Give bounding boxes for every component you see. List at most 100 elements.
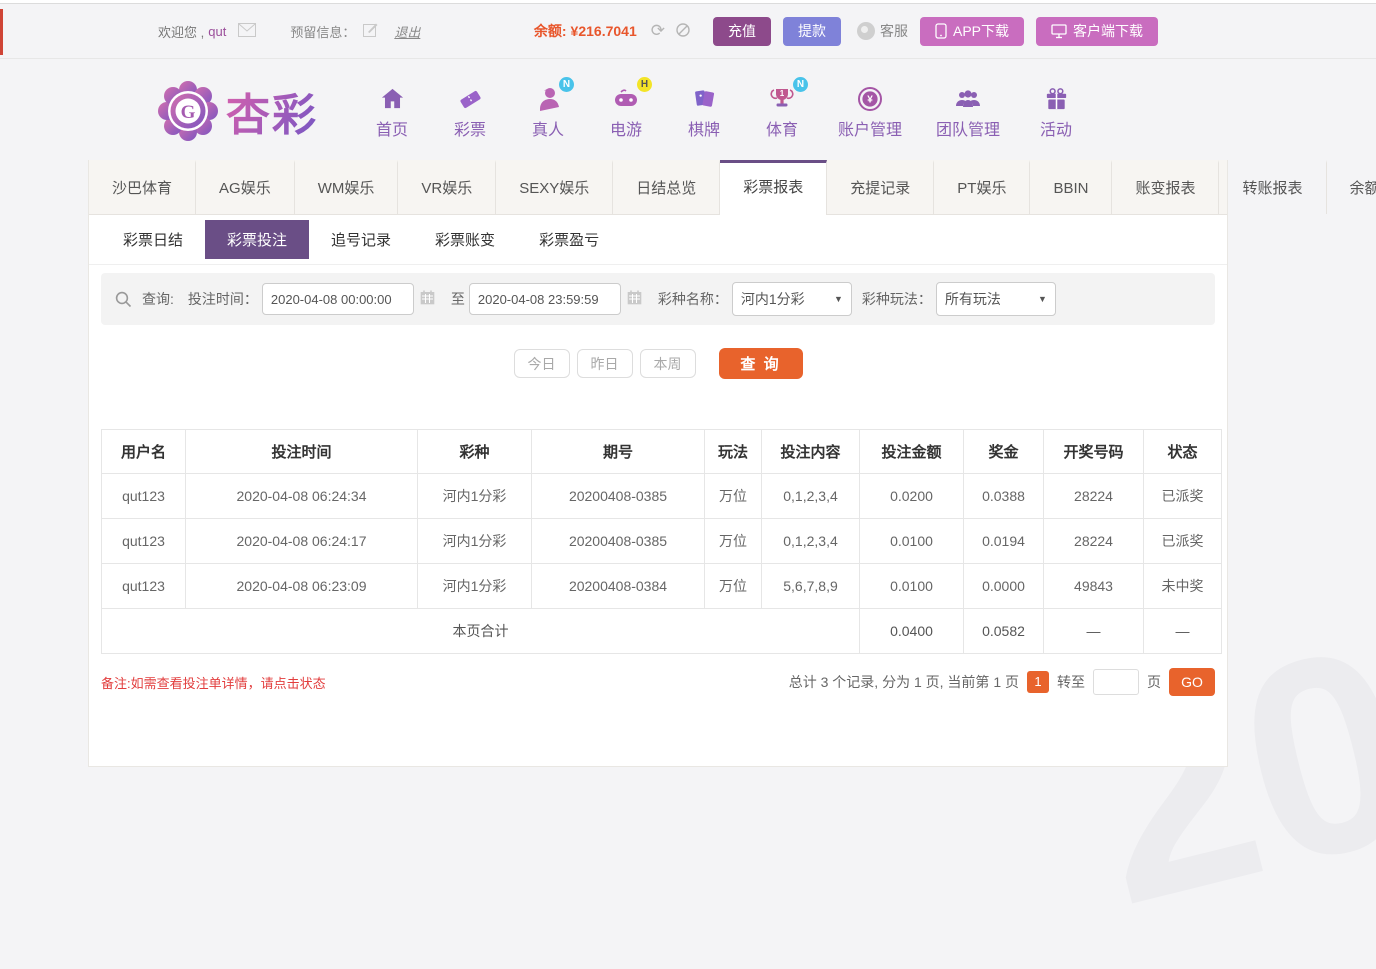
topbar: 欢迎您 , qut 预留信息： 退出 余额: ¥216.7041 ⟳ 充值 提款… xyxy=(0,4,1376,59)
cell-prize: 0.0194 xyxy=(964,519,1044,564)
nav-item-boardgames[interactable]: 棋牌 xyxy=(682,83,726,140)
cell-bet-amount: 0.0100 xyxy=(860,564,964,609)
this-week-button[interactable]: 本周 xyxy=(640,349,696,378)
cell-lottery: 河内1分彩 xyxy=(418,519,532,564)
mail-icon[interactable] xyxy=(238,23,256,40)
tab-lottery-report[interactable]: 彩票报表 xyxy=(720,160,827,215)
cell-prize: 0.0000 xyxy=(964,564,1044,609)
summary-prize: 0.0582 xyxy=(964,609,1044,654)
edit-icon[interactable] xyxy=(363,22,378,40)
tab-wm[interactable]: WM娱乐 xyxy=(295,160,399,214)
refresh-icon[interactable]: ⟳ xyxy=(651,21,665,41)
pagination-summary: 总计 3 个记录, 分为 1 页, 当前第 1 页 xyxy=(789,672,1019,692)
tab-shaba-sports[interactable]: 沙巴体育 xyxy=(89,160,196,214)
today-button[interactable]: 今日 xyxy=(514,349,570,378)
recharge-button[interactable]: 充值 xyxy=(713,17,771,46)
main-nav: 首页 彩票 N 真人 H 电游 棋牌 1 N xyxy=(370,83,1078,140)
gamepad-icon xyxy=(612,85,640,113)
monitor-icon xyxy=(1051,24,1067,39)
customer-service-link[interactable]: 客服 xyxy=(857,21,908,41)
logout-link[interactable]: 退出 xyxy=(394,22,420,41)
nav-item-sports[interactable]: 1 N 体育 xyxy=(760,83,804,140)
nav-badge-n: N xyxy=(793,77,808,92)
app-download-button[interactable]: APP下载 xyxy=(920,17,1024,46)
cell-bet-content: 5,6,7,8,9 xyxy=(762,564,860,609)
cell-status[interactable]: 未中奖 xyxy=(1144,564,1222,609)
nav-item-team[interactable]: 团队管理 xyxy=(936,83,1000,140)
cell-status[interactable]: 已派奖 xyxy=(1144,519,1222,564)
site-header: G 杏彩 首页 彩票 N 真人 H 电游 棋牌 xyxy=(0,59,1376,163)
tab-balance-query[interactable]: 余额查询 xyxy=(1327,160,1376,214)
search-label: 查询: xyxy=(142,289,174,309)
goto-page-input[interactable] xyxy=(1093,669,1139,695)
username: qut xyxy=(208,24,226,39)
nav-badge-h: H xyxy=(637,77,652,92)
table-row: qut123 2020-04-08 06:23:09 河内1分彩 2020040… xyxy=(102,564,1222,609)
cell-username: qut123 xyxy=(102,564,186,609)
subtab-lottery-bets[interactable]: 彩票投注 xyxy=(205,220,309,259)
chevron-down-icon: ▼ xyxy=(1038,294,1047,304)
lottery-name-label: 彩种名称： xyxy=(658,289,728,309)
cell-username: qut123 xyxy=(102,474,186,519)
cell-status[interactable]: 已派奖 xyxy=(1144,474,1222,519)
lottery-subtabs: 彩票日结 彩票投注 追号记录 彩票账变 彩票盈亏 xyxy=(89,215,1227,265)
play-type-select[interactable]: 所有玩法 ▼ xyxy=(936,282,1056,316)
tab-deposit-record[interactable]: 充提记录 xyxy=(827,160,934,214)
time-from-input[interactable] xyxy=(262,283,414,315)
site-logo[interactable]: G 杏彩 xyxy=(158,79,318,143)
col-bet-content: 投注内容 xyxy=(762,430,860,474)
tab-ag[interactable]: AG娱乐 xyxy=(196,160,295,214)
time-to-input[interactable] xyxy=(469,283,621,315)
tab-vr[interactable]: VR娱乐 xyxy=(398,160,496,214)
tab-daily-overview[interactable]: 日结总览 xyxy=(613,160,720,214)
cell-bet-time: 2020-04-08 06:24:34 xyxy=(186,474,418,519)
subtab-chase-record[interactable]: 追号记录 xyxy=(309,220,413,259)
nav-item-lottery[interactable]: 彩票 xyxy=(448,83,492,140)
pagination: 总计 3 个记录, 分为 1 页, 当前第 1 页 1 转至 页 GO xyxy=(789,668,1215,696)
cell-play: 万位 xyxy=(705,564,762,609)
client-download-label: 客户端下载 xyxy=(1073,21,1143,41)
brand-name: 杏彩 xyxy=(226,79,318,143)
nav-item-egames[interactable]: H 电游 xyxy=(604,83,648,140)
balance-value: ¥216.7041 xyxy=(571,23,637,39)
subtab-lottery-change[interactable]: 彩票账变 xyxy=(413,220,517,259)
ticket-icon xyxy=(457,86,484,113)
col-draw-number: 开奖号码 xyxy=(1044,430,1144,474)
subtab-lottery-pnl[interactable]: 彩票盈亏 xyxy=(517,220,621,259)
nav-item-account[interactable]: ¥ 账户管理 xyxy=(838,83,902,140)
balance: 余额: ¥216.7041 ⟳ xyxy=(534,21,691,41)
customer-service-label: 客服 xyxy=(880,21,908,41)
filter-bar: 查询: 投注时间： 至 彩种名称： 河内1分彩 ▼ 彩种玩法： 所有玩法 ▼ xyxy=(101,273,1215,325)
subtab-lottery-daily[interactable]: 彩票日结 xyxy=(101,220,205,259)
tab-account-change[interactable]: 账变报表 xyxy=(1112,160,1219,214)
col-issue: 期号 xyxy=(532,430,705,474)
nav-item-activity[interactable]: 活动 xyxy=(1034,83,1078,140)
calendar-icon[interactable] xyxy=(627,290,642,308)
yesterday-button[interactable]: 昨日 xyxy=(577,349,633,378)
page-1-button[interactable]: 1 xyxy=(1027,671,1049,693)
table-header-row: 用户名 投注时间 彩种 期号 玩法 投注内容 投注金额 奖金 开奖号码 状态 xyxy=(102,430,1222,474)
calendar-icon[interactable] xyxy=(420,290,435,308)
cell-draw-number: 49843 xyxy=(1044,564,1144,609)
cell-draw-number: 28224 xyxy=(1044,474,1144,519)
tab-pt[interactable]: PT娱乐 xyxy=(934,160,1030,214)
nav-item-home[interactable]: 首页 xyxy=(370,83,414,140)
search-button[interactable]: 查 询 xyxy=(719,348,803,379)
tab-bbin[interactable]: BBIN xyxy=(1030,160,1112,214)
play-type-label: 彩种玩法： xyxy=(862,289,932,309)
cell-play: 万位 xyxy=(705,474,762,519)
table-footer-row: 备注:如需查看投注单详情，请点击状态 总计 3 个记录, 分为 1 页, 当前第… xyxy=(101,668,1215,696)
tab-transfer-report[interactable]: 转账报表 xyxy=(1219,160,1326,214)
hide-balance-icon[interactable] xyxy=(675,22,691,41)
lottery-name-select[interactable]: 河内1分彩 ▼ xyxy=(732,282,852,316)
table-row: qut123 2020-04-08 06:24:34 河内1分彩 2020040… xyxy=(102,474,1222,519)
go-button[interactable]: GO xyxy=(1169,668,1215,696)
nav-item-live[interactable]: N 真人 xyxy=(526,83,570,140)
client-download-button[interactable]: 客户端下载 xyxy=(1036,17,1158,46)
tab-sexy[interactable]: SEXY娱乐 xyxy=(496,160,613,214)
goto-label: 转至 xyxy=(1057,672,1085,692)
cell-username: qut123 xyxy=(102,519,186,564)
withdraw-button[interactable]: 提款 xyxy=(783,17,841,46)
cell-issue: 20200408-0385 xyxy=(532,519,705,564)
cell-prize: 0.0388 xyxy=(964,474,1044,519)
